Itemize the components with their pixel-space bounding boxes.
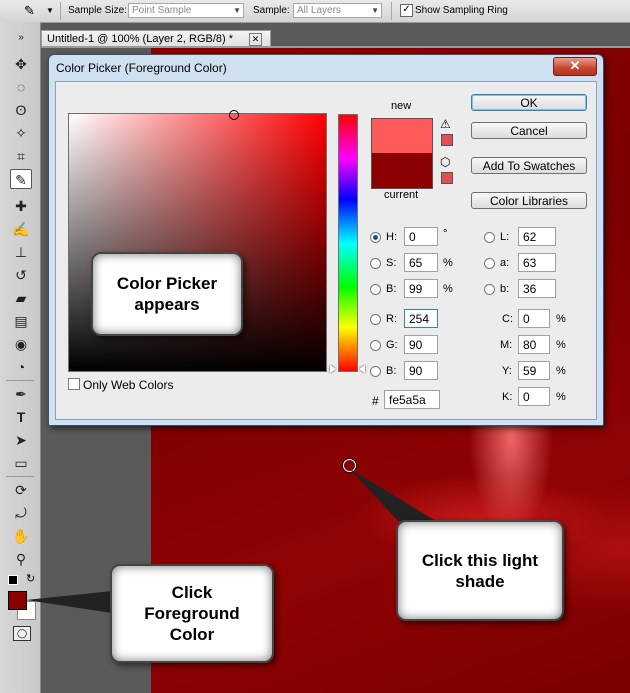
callout-color-picker: Color Picker appears [91,252,243,336]
callout-light-shade-text: Click this light shade [421,550,539,591]
callout-color-picker-text: Color Picker appears [116,274,218,314]
foreground-pointer [26,591,112,613]
light-shade-pointer [350,469,436,521]
callout-light-shade: Click this light shade [396,520,564,621]
callout-foreground-text: Click Foreground Color [144,583,240,644]
callout-foreground: Click Foreground Color [110,564,274,663]
